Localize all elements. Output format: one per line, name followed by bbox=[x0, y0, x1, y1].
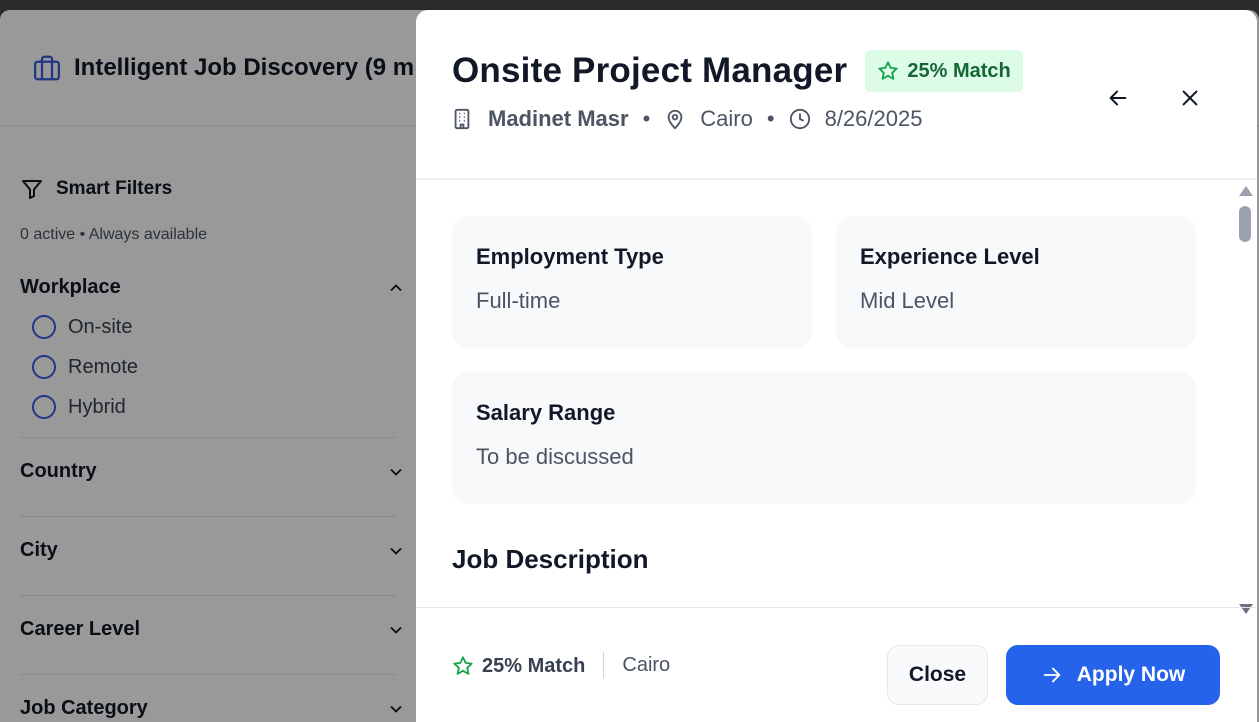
job-title-row: Onsite Project Manager 25% Match bbox=[452, 10, 1257, 92]
card-label: Employment Type bbox=[476, 244, 664, 269]
star-icon bbox=[877, 60, 899, 82]
apply-now-button[interactable]: Apply Now bbox=[1006, 645, 1220, 705]
card-value: To be discussed bbox=[476, 444, 634, 469]
star-icon bbox=[452, 655, 474, 677]
card-value: Mid Level bbox=[860, 288, 955, 313]
close-icon bbox=[1179, 87, 1201, 114]
meta-separator: • bbox=[766, 106, 775, 131]
job-date: 8/26/2025 bbox=[824, 106, 923, 131]
scroll-thumb[interactable] bbox=[1239, 206, 1251, 242]
salary-range-card: Salary Range To be discussed bbox=[452, 372, 1196, 504]
close-drawer-button[interactable] bbox=[1172, 82, 1208, 118]
building-icon bbox=[452, 108, 474, 130]
job-title: Onsite Project Manager bbox=[452, 51, 848, 90]
meta-separator: • bbox=[642, 106, 651, 131]
scroll-up-arrow-icon[interactable] bbox=[1239, 186, 1253, 196]
drawer-footer: 25% Match Cairo Close Apply Now bbox=[416, 607, 1257, 722]
match-badge: 25% Match bbox=[865, 50, 1023, 92]
close-button[interactable]: Close bbox=[887, 645, 988, 705]
apply-now-label: Apply Now bbox=[1076, 663, 1186, 686]
card-label: Experience Level bbox=[860, 244, 1040, 269]
card-label: Salary Range bbox=[476, 400, 616, 425]
job-description-title: Job Description bbox=[452, 544, 649, 574]
drawer-header: Onsite Project Manager 25% Match Madinet… bbox=[416, 10, 1257, 180]
arrow-left-icon bbox=[1107, 87, 1129, 114]
map-pin-icon bbox=[664, 108, 686, 130]
employment-type-card: Employment Type Full-time bbox=[452, 216, 812, 348]
card-value: Full-time bbox=[476, 288, 561, 313]
footer-match-label: 25% Match bbox=[482, 654, 586, 677]
arrow-right-icon bbox=[1041, 664, 1063, 686]
footer-match: 25% Match bbox=[452, 655, 585, 678]
footer-divider bbox=[603, 652, 605, 678]
clock-icon bbox=[789, 108, 811, 130]
close-button-label: Close bbox=[908, 663, 967, 686]
footer-city: Cairo bbox=[622, 653, 671, 676]
drawer-body: Employment Type Full-time Experience Lev… bbox=[416, 180, 1257, 607]
match-badge-label: 25% Match bbox=[907, 59, 1011, 82]
experience-level-card: Experience Level Mid Level bbox=[836, 216, 1196, 348]
company-name: Madinet Masr bbox=[488, 106, 629, 131]
back-button[interactable] bbox=[1100, 82, 1136, 118]
job-location: Cairo bbox=[700, 106, 753, 131]
scrollbar[interactable] bbox=[1237, 186, 1253, 614]
job-detail-drawer: Onsite Project Manager 25% Match Madinet… bbox=[416, 10, 1257, 722]
job-meta: Madinet Masr • Cairo • 8/26/2025 bbox=[452, 106, 1257, 132]
